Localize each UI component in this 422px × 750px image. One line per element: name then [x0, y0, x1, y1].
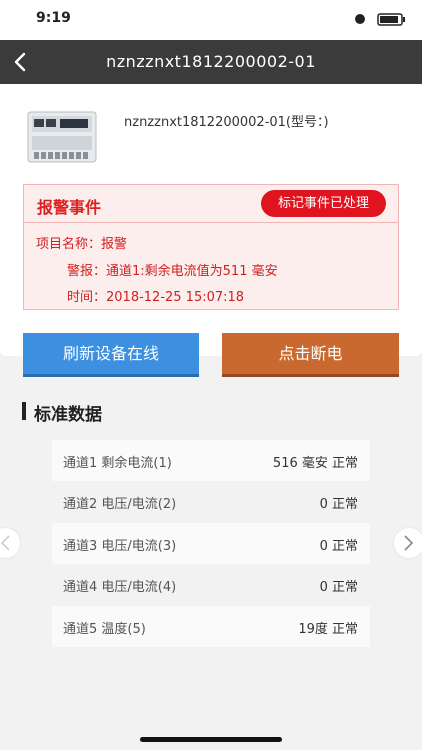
row-value: 516 毫安 正常 — [272, 456, 358, 471]
nav-bar: nznzznxt1812200002-01 — [0, 40, 422, 84]
row-value: 0 正常 — [319, 580, 358, 596]
section-title: 标准数据 — [34, 405, 102, 425]
prev-page-button[interactable] — [0, 528, 20, 558]
table-row: 通道2 电压/电流(2) 0 正常 — [52, 481, 370, 523]
mark-handled-button[interactable]: 标记事件已处理 — [260, 190, 386, 217]
alarm-title: 报警事件 — [37, 198, 102, 217]
alarm-alert-text: 警报：通道1:剩余电流值为511 毫安 — [67, 264, 278, 279]
status-bar: 9:19 — [0, 0, 422, 40]
status-time: 9:19 — [36, 10, 71, 26]
table-row: 通道1 剩余电流(1) 516 毫安 正常 — [52, 440, 370, 482]
row-label: 通道3 电压/电流(3) — [63, 538, 177, 554]
table-row: 通道3 电压/电流(3) 0 正常 — [52, 522, 370, 565]
device-title: nznzznxt1812200002-01(型号：) — [124, 115, 329, 130]
alarm-header: 报警事件 标记事件已处理 — [24, 185, 398, 223]
section-marker — [22, 402, 26, 420]
alarm-time: 时间：2018-12-25 15:07:18 — [67, 290, 245, 305]
row-label: 通道1 剩余电流(1) — [63, 456, 172, 471]
alarm-panel: 报警事件 标记事件已处理 项目名称：报警 警报：通道1:剩余电流值为511 毫安… — [23, 184, 399, 310]
table-row: 通道4 电压/电流(4) 0 正常 — [52, 564, 370, 606]
next-page-button[interactable] — [394, 528, 422, 558]
chevron-left-icon — [0, 535, 10, 551]
standard-data-table: 通道1 剩余电流(1) 516 毫安 正常 通道2 电压/电流(2) 0 正常 … — [52, 440, 370, 647]
row-value: 0 正常 — [319, 497, 358, 513]
home-indicator — [140, 737, 282, 742]
power-off-button[interactable]: 点击断电 — [222, 333, 399, 377]
row-value: 19度 正常 — [298, 621, 358, 637]
refresh-online-button[interactable]: 刷新设备在线 — [23, 333, 199, 377]
row-value: 0 正常 — [319, 538, 358, 554]
device-card: nznzznxt1812200002-01(型号：) 报警事件 标记事件已处理 … — [0, 84, 422, 356]
row-label: 通道2 电压/电流(2) — [63, 497, 177, 513]
chevron-right-icon — [404, 535, 414, 551]
battery-icon — [355, 13, 405, 26]
page-title: nznzznxt1812200002-01 — [106, 52, 316, 71]
row-label: 通道5 温度(5) — [63, 621, 146, 637]
device-image — [27, 111, 97, 163]
row-label: 通道4 电压/电流(4) — [63, 580, 177, 596]
table-row: 通道5 温度(5) 19度 正常 — [52, 605, 370, 647]
alarm-project-name: 项目名称：报警 — [36, 237, 128, 252]
